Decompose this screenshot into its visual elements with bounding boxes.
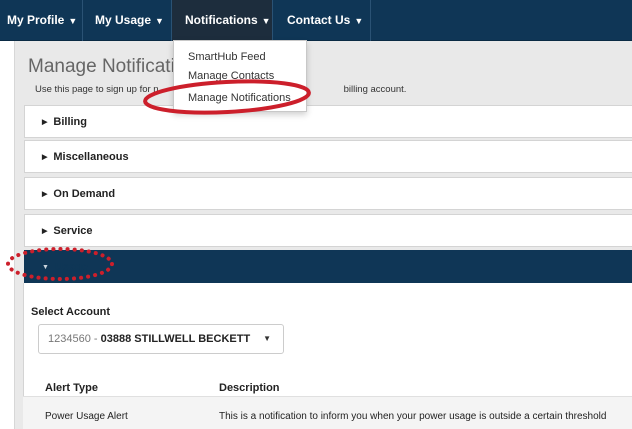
nav-my-profile[interactable]: My Profile ▼	[0, 0, 83, 41]
panel-label: Service	[53, 225, 93, 237]
menu-item-smarthub-feed[interactable]: SmartHub Feed	[188, 51, 266, 63]
panel-label: Miscellaneous	[53, 151, 129, 163]
panel-label: Billing	[53, 116, 87, 128]
caret-down-icon: ▼	[155, 16, 164, 26]
column-header-description: Description	[219, 382, 280, 394]
menu-item-manage-notifications[interactable]: Manage Notifications	[188, 92, 291, 104]
panel-miscellaneous[interactable]: ▶ Miscellaneous	[24, 140, 632, 173]
triangle-right-icon: ▶	[42, 228, 48, 235]
notifications-dropdown-menu: SmartHub Feed Manage Contacts Manage Not…	[173, 40, 307, 112]
caret-down-icon: ▼	[261, 16, 271, 26]
account-address: 03888 STILLWELL BECKETT	[100, 333, 251, 345]
caret-down-icon: ▼	[354, 16, 364, 26]
panel-label: Usage	[54, 261, 88, 273]
nav-label: My Profile	[7, 13, 65, 27]
account-number: 1234560	[48, 333, 91, 345]
nav-my-usage[interactable]: My Usage ▼	[83, 0, 172, 41]
panel-billing[interactable]: ▶ Billing	[24, 105, 632, 138]
nav-notifications[interactable]: Notifications ▼	[172, 0, 273, 41]
caret-down-icon: ▼	[263, 334, 271, 343]
page-title: Manage Notificati	[28, 56, 175, 77]
caret-down-icon: ▼	[68, 16, 78, 26]
page-description-start: Use this page to sign up for n	[35, 84, 159, 95]
panel-service[interactable]: ▶ Service	[24, 214, 632, 247]
nav-label: Notifications	[185, 13, 258, 27]
triangle-right-icon: ▶	[42, 154, 48, 161]
page-description-end: billing account.	[343, 84, 407, 95]
top-nav-bar: My Profile ▼ My Usage ▼ Notifications ▼ Con…	[0, 0, 632, 41]
menu-item-manage-contacts[interactable]: Manage Contacts	[188, 70, 274, 82]
alert-type-cell: Power Usage Alert	[45, 411, 128, 422]
column-header-alert-type: Alert Type	[45, 382, 98, 394]
nav-label: My Usage	[95, 13, 152, 27]
triangle-right-icon: ▶	[42, 119, 48, 126]
panel-on-demand[interactable]: ▶ On Demand	[24, 177, 632, 210]
nav-contact-us[interactable]: Contact Us ▼	[273, 0, 371, 41]
panel-label: On Demand	[53, 188, 116, 200]
description-cell: This is a notification to inform you whe…	[219, 411, 607, 422]
select-account-label: Select Account	[31, 306, 111, 318]
account-separator: -	[93, 333, 98, 345]
triangle-right-icon: ▶	[42, 191, 48, 198]
nav-label: Contact Us	[287, 13, 351, 27]
account-select[interactable]: 1234560 - 03888 STILLWELL BECKETT ▼	[38, 324, 284, 354]
triangle-down-icon: ▼	[42, 264, 49, 271]
panel-usage[interactable]: ▼ Usage	[24, 250, 632, 283]
